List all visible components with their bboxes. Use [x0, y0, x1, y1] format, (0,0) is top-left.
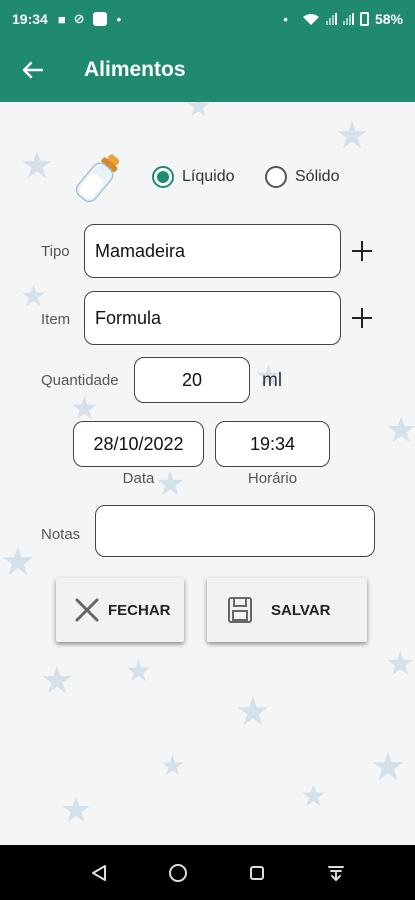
arrow-left-icon [22, 61, 43, 79]
add-tipo-button[interactable] [350, 239, 374, 263]
radio-solido[interactable]: Sólido [265, 166, 339, 188]
date-label: Data [122, 470, 155, 487]
tipo-field[interactable]: Mamadeira [84, 224, 341, 278]
battery-icon [359, 12, 369, 26]
system-nav-bar [0, 845, 415, 900]
back-button[interactable] [0, 38, 64, 102]
dot-icon: • [283, 11, 288, 27]
page-title: Alimentos [84, 58, 186, 81]
close-button-label: FECHAR [108, 601, 171, 619]
recents-square-icon [249, 865, 264, 880]
close-icon [75, 598, 99, 622]
nav-keyboard-button[interactable] [316, 853, 356, 893]
no-sync-icon: ⊘ [73, 11, 85, 26]
quantidade-label: Quantidade [41, 372, 119, 389]
notas-field[interactable] [95, 505, 375, 557]
notas-label: Notas [41, 526, 81, 543]
floppy-disk-icon [228, 597, 252, 623]
time-value: 19:34 [249, 433, 296, 454]
time-field[interactable]: 19:34 [215, 421, 330, 467]
item-value: Formula [95, 307, 162, 328]
baby-bottle-icon [75, 154, 120, 203]
sim-icon: ■ [57, 11, 66, 27]
nav-home-button[interactable] [158, 853, 198, 893]
item-label: Item [41, 311, 71, 328]
app-bar: Alimentos [0, 38, 415, 102]
quantidade-unit: ml [262, 370, 283, 391]
app-square-icon [92, 12, 107, 26]
date-value: 28/10/2022 [93, 433, 184, 454]
nav-recents-button[interactable] [237, 853, 277, 893]
dot-icon: • [116, 11, 122, 27]
keyboard-hide-icon [327, 865, 344, 881]
tipo-label: Tipo [41, 243, 70, 260]
time-label: Horário [247, 470, 298, 487]
date-field[interactable]: 28/10/2022 [73, 421, 204, 467]
signal-icon [342, 13, 354, 25]
close-button[interactable]: FECHAR [56, 578, 184, 642]
nav-back-button[interactable] [79, 853, 119, 893]
wifi-icon [302, 14, 319, 25]
tipo-value: Mamadeira [95, 240, 186, 261]
radio-label: Líquido [182, 168, 235, 185]
radio-circle [152, 166, 174, 188]
signal-icon [325, 13, 337, 25]
radio-label: Sólido [295, 168, 340, 185]
radio-circle [265, 166, 287, 188]
save-button-label: SALVAR [271, 601, 331, 619]
back-triangle-icon [92, 864, 107, 881]
battery-percent: 58% [374, 11, 403, 27]
quantidade-value: 20 [181, 369, 203, 390]
home-circle-icon [169, 863, 188, 882]
status-bar: 19:34 ■ ⊘ • • 58% [0, 0, 415, 38]
item-field[interactable]: Formula [84, 291, 341, 345]
radio-liquido[interactable]: Líquido [152, 166, 235, 188]
add-item-button[interactable] [350, 306, 374, 330]
status-time: 19:34 [12, 11, 48, 27]
food-form: Líquido Sólido Tipo Mamadeira Item Formu… [0, 102, 415, 845]
quantidade-field[interactable]: 20 [134, 357, 250, 403]
save-button[interactable]: SALVAR [207, 578, 367, 642]
